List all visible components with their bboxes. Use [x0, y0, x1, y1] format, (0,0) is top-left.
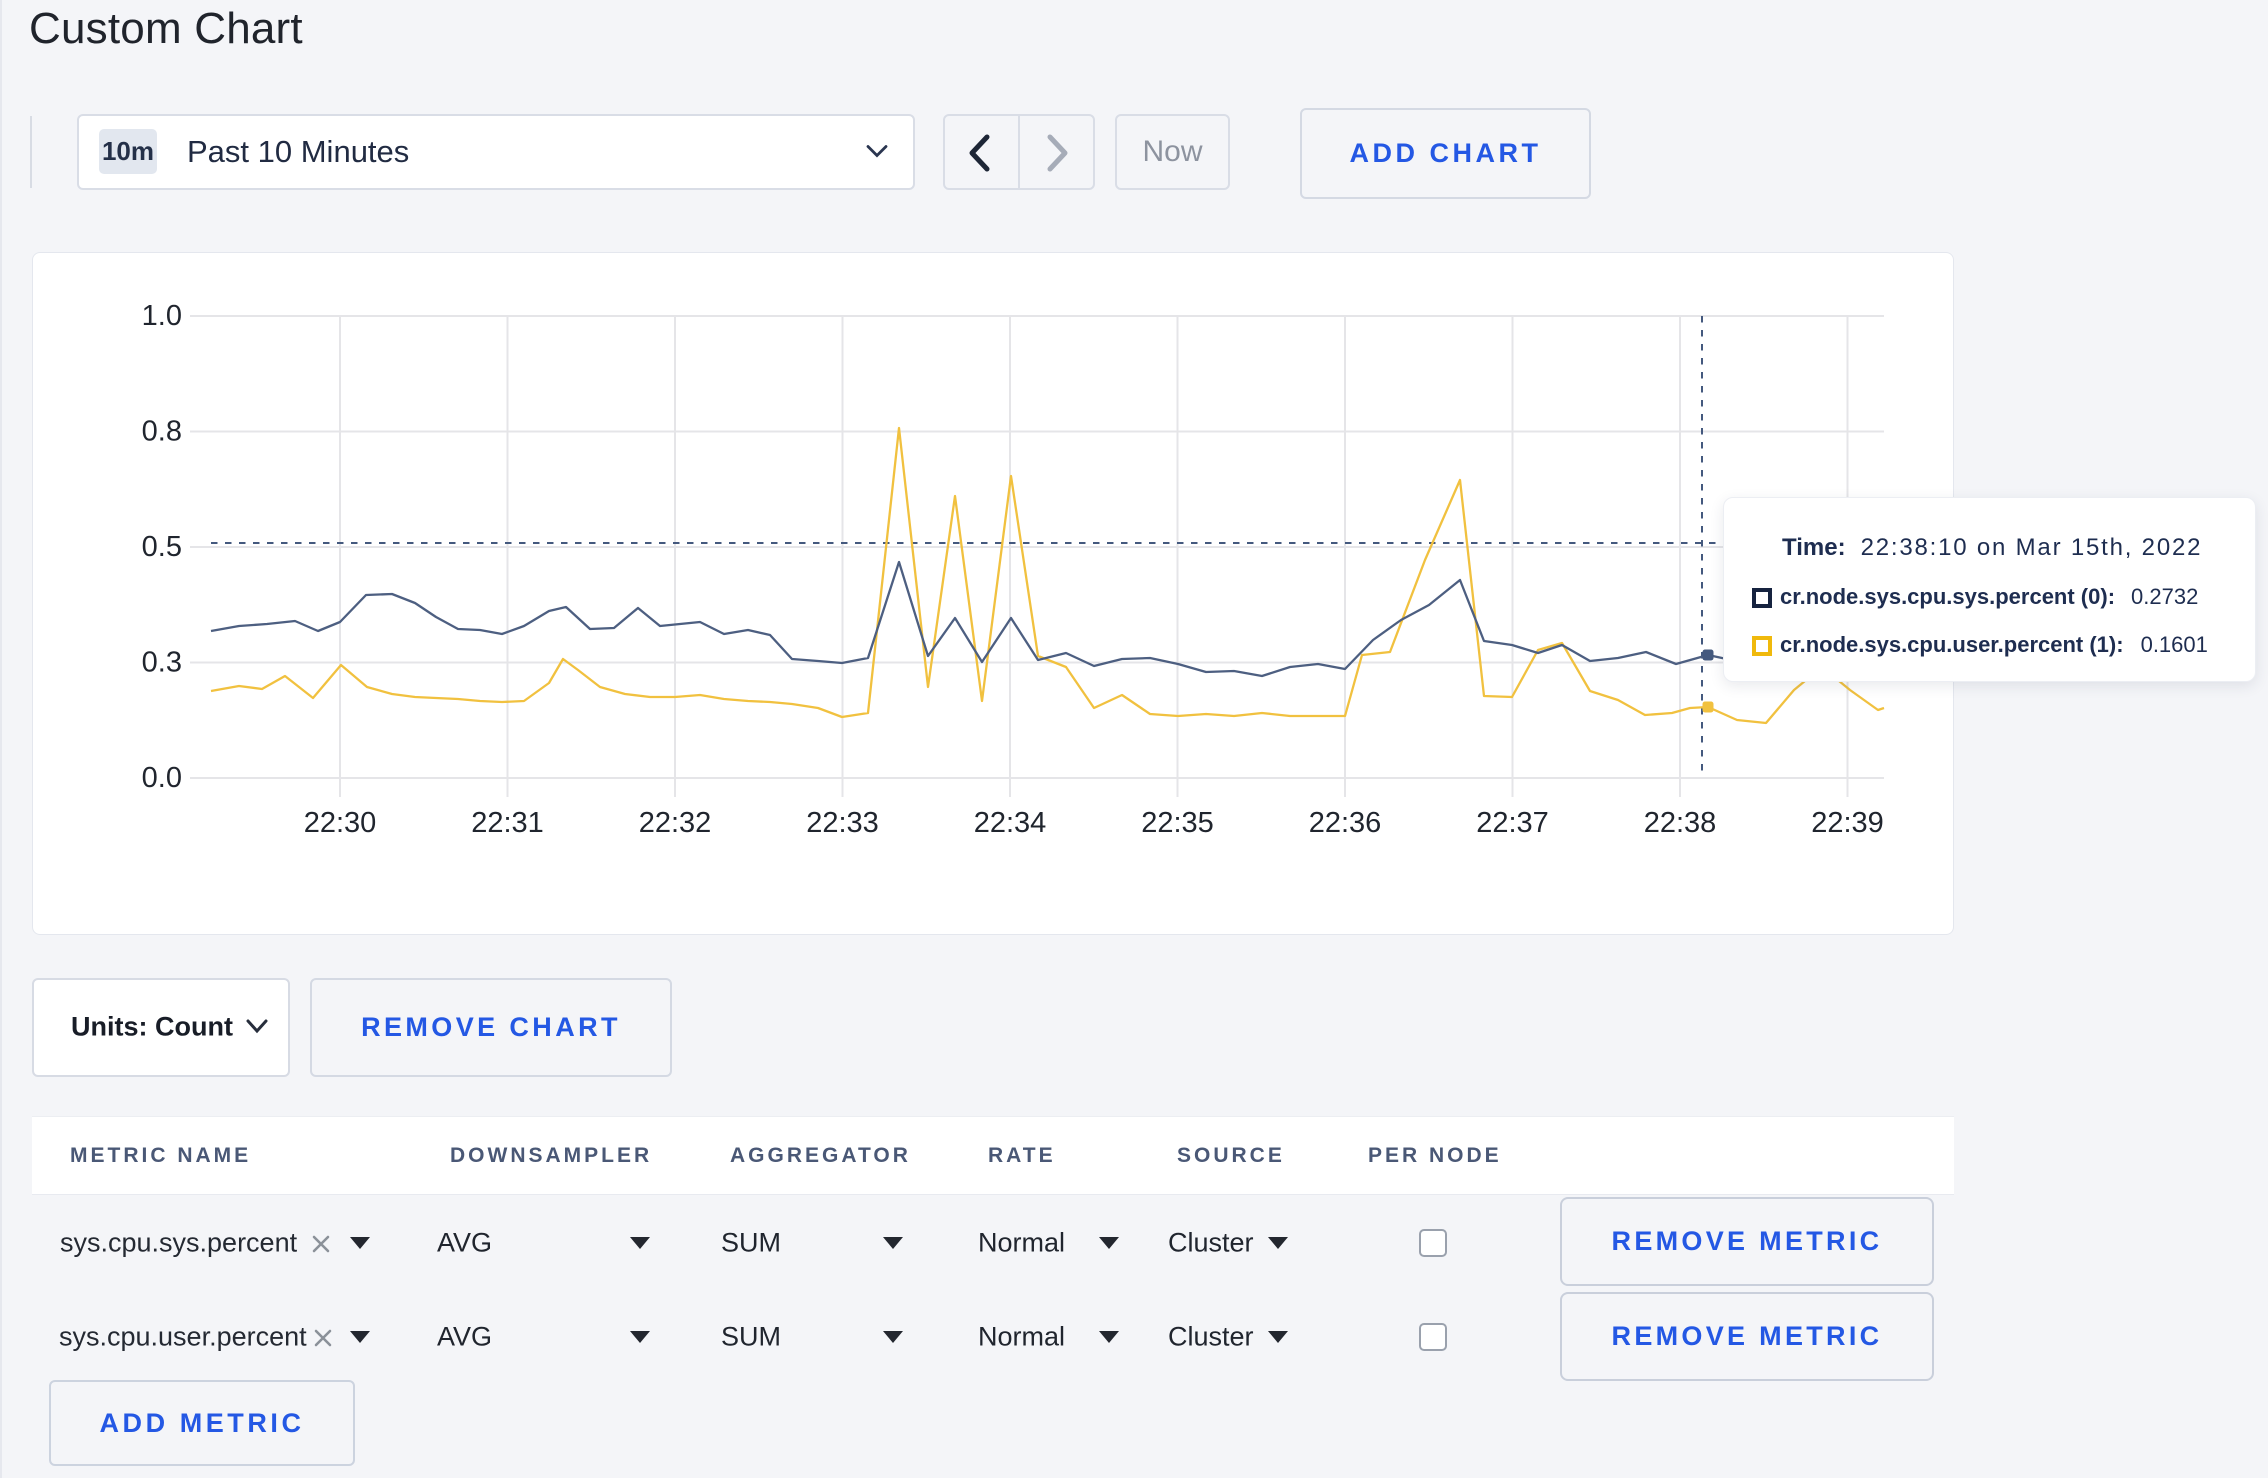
svg-text:22:34: 22:34	[974, 807, 1047, 839]
svg-text:22:37: 22:37	[1476, 807, 1549, 839]
svg-text:22:30: 22:30	[304, 807, 377, 839]
svg-text:22:35: 22:35	[1141, 807, 1214, 839]
svg-text:22:33: 22:33	[806, 807, 879, 839]
svg-text:22:31: 22:31	[471, 807, 544, 839]
svg-text:22:32: 22:32	[639, 807, 712, 839]
svg-text:0.0: 0.0	[142, 762, 182, 794]
svg-text:22:39: 22:39	[1811, 807, 1884, 839]
svg-text:0.8: 0.8	[142, 416, 182, 448]
svg-text:0.5: 0.5	[142, 531, 182, 563]
svg-text:0.3: 0.3	[142, 647, 182, 679]
svg-text:22:36: 22:36	[1309, 807, 1382, 839]
svg-text:1.0: 1.0	[142, 300, 182, 332]
svg-text:22:38: 22:38	[1644, 807, 1717, 839]
